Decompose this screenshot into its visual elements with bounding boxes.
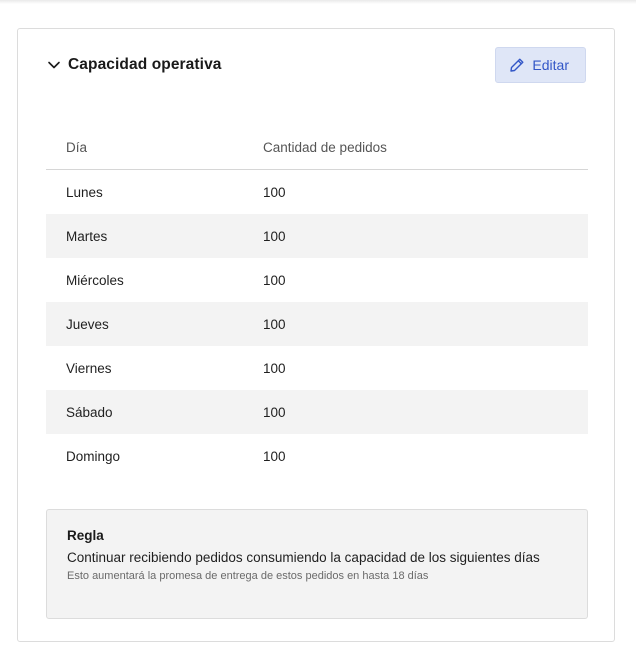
day-cell: Lunes: [66, 184, 103, 200]
table-header: Día Cantidad de pedidos: [46, 125, 588, 170]
orders-cell: 100: [263, 448, 286, 464]
orders-cell: 100: [263, 228, 286, 244]
day-cell: Viernes: [66, 360, 112, 376]
table-body: Lunes 100 Martes 100 Miércoles 100 Jueve…: [46, 170, 588, 478]
section-title: Capacidad operativa: [68, 56, 222, 73]
day-cell: Sábado: [66, 404, 113, 420]
pencil-icon: [509, 57, 525, 73]
column-header-orders: Cantidad de pedidos: [263, 139, 387, 155]
top-shadow: [0, 0, 636, 4]
capacity-card: Capacidad operativa Editar Día Cantidad …: [17, 28, 615, 642]
rule-note: Esto aumentará la promesa de entrega de …: [67, 570, 429, 582]
table-row: Viernes 100: [46, 346, 588, 390]
rule-description: Continuar recibiendo pedidos consumiendo…: [67, 550, 540, 565]
table-row: Lunes 100: [46, 170, 588, 214]
capacity-table: Día Cantidad de pedidos Lunes 100 Martes…: [46, 125, 588, 478]
orders-cell: 100: [263, 404, 286, 420]
rule-box: Regla Continuar recibiendo pedidos consu…: [46, 509, 588, 619]
rule-title: Regla: [67, 528, 104, 543]
column-header-day: Día: [66, 139, 88, 155]
day-cell: Martes: [66, 228, 108, 244]
day-cell: Jueves: [66, 316, 109, 332]
chevron-down-icon[interactable]: [46, 57, 62, 73]
table-row: Domingo 100: [46, 434, 588, 478]
orders-cell: 100: [263, 184, 286, 200]
orders-cell: 100: [263, 272, 286, 288]
orders-cell: 100: [263, 316, 286, 332]
edit-button[interactable]: Editar: [495, 47, 586, 83]
table-row: Sábado 100: [46, 390, 588, 434]
day-cell: Miércoles: [66, 272, 124, 288]
table-row: Jueves 100: [46, 302, 588, 346]
orders-cell: 100: [263, 360, 286, 376]
table-row: Miércoles 100: [46, 258, 588, 302]
day-cell: Domingo: [66, 448, 121, 464]
collapse-toggle[interactable]: Capacidad operativa: [46, 56, 222, 74]
card-header: Capacidad operativa Editar: [46, 47, 586, 83]
edit-button-label: Editar: [532, 57, 569, 73]
table-row: Martes 100: [46, 214, 588, 258]
